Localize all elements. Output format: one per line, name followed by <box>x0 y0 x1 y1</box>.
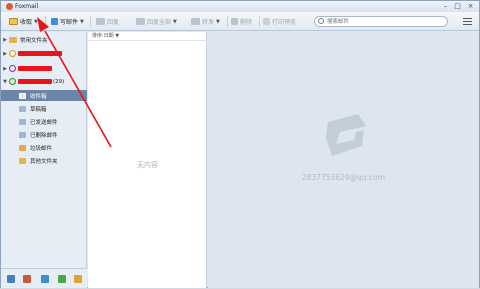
pen-icon <box>51 18 58 25</box>
window-title: Foxmail <box>15 3 39 10</box>
folder-label: 其他文件夹 <box>30 158 58 165</box>
print-icon <box>263 18 270 25</box>
notes-icon[interactable] <box>58 275 66 283</box>
chevron-down-icon[interactable]: ▼ <box>80 19 84 25</box>
foxmail-logo-icon <box>6 3 13 10</box>
expand-arrow-icon[interactable]: ▶ <box>1 37 9 43</box>
search-box[interactable] <box>314 16 448 27</box>
foxmail-watermark-icon <box>326 114 366 156</box>
receive-label: 收取 <box>20 19 33 26</box>
folder-label: 已删除邮件 <box>30 132 58 139</box>
folder-icon <box>9 36 17 43</box>
redacted-account-name <box>18 79 52 84</box>
forward-button[interactable]: 转发 ▼ <box>191 16 220 27</box>
forward-icon <box>191 18 200 25</box>
spam-icon <box>19 144 26 151</box>
drafts-icon <box>19 105 26 112</box>
account-icon <box>9 78 16 85</box>
receive-button[interactable]: 收取 ▼ <box>9 16 38 27</box>
contacts-icon[interactable] <box>23 275 31 283</box>
trash-icon <box>19 131 26 138</box>
folder-label: 收件箱 <box>30 93 47 100</box>
folder-deleted[interactable]: 已删除邮件 <box>1 129 87 140</box>
account-row-2[interactable]: ▶ <box>1 63 87 74</box>
reply-label: 回复 <box>107 19 120 26</box>
compose-label: 写邮件 <box>60 19 79 26</box>
inbox-icon <box>19 92 26 99</box>
preview-pane: 2837753629@qq.com <box>208 32 479 288</box>
expand-arrow-icon[interactable]: ▶ <box>1 51 9 57</box>
reply-all-label: 回复全部 <box>147 19 172 26</box>
folder-spam[interactable]: 垃圾邮件 <box>1 142 87 153</box>
feed-icon[interactable] <box>74 275 82 283</box>
minimize-icon[interactable]: – <box>441 2 450 11</box>
reply-button[interactable]: 回复 <box>96 16 119 27</box>
chevron-down-icon[interactable]: ▼ <box>216 19 220 25</box>
sidebar-bottom-bar <box>1 268 87 288</box>
sort-dropdown[interactable]: 排序:日期 ▼ <box>88 32 207 41</box>
reply-all-icon <box>136 18 145 25</box>
search-icon <box>318 18 324 24</box>
account-icon <box>9 50 16 57</box>
account-email: 2837753629@qq.com <box>301 173 386 182</box>
chevron-down-icon[interactable]: ▼ <box>173 19 177 25</box>
account-row-3[interactable]: ▼ (29) <box>1 76 87 87</box>
common-folders-label: 常用文件夹 <box>20 37 48 44</box>
redacted-account-name <box>18 66 52 71</box>
common-folders-row[interactable]: ▶ 常用文件夹 <box>1 34 87 45</box>
delete-button[interactable]: 删除 <box>231 16 252 27</box>
maximize-icon[interactable]: □ <box>453 2 462 11</box>
chevron-down-icon[interactable]: ▼ <box>34 19 38 25</box>
collapse-arrow-icon[interactable]: ▼ <box>1 79 9 85</box>
close-icon[interactable]: × <box>466 2 475 11</box>
sort-label: 排序:日期 <box>92 33 114 39</box>
delete-label: 删除 <box>240 19 253 26</box>
hamburger-menu-icon[interactable] <box>463 18 472 25</box>
folder-sent[interactable]: 已发送邮件 <box>1 116 87 127</box>
sent-icon <box>19 118 26 125</box>
folder-inbox[interactable]: 收件箱 <box>1 90 87 101</box>
reply-all-button[interactable]: 回复全部 ▼ <box>136 16 177 27</box>
empty-list-text: 无内容 <box>137 161 158 169</box>
mail-icon[interactable] <box>7 275 15 283</box>
folder-label: 草稿箱 <box>30 106 47 113</box>
forward-label: 转发 <box>202 19 215 26</box>
folder-drafts[interactable]: 草稿箱 <box>1 103 87 114</box>
toolbar: 收取 ▼ 写邮件 ▼ 回复 回复全部 ▼ 转发 ▼ 删除 打印预览 搜索邮件 <box>1 12 479 31</box>
foxmail-window: Foxmail – □ × 收取 ▼ 写邮件 ▼ 回复 回复全部 ▼ 转发 ▼ … <box>0 0 480 288</box>
title-bar: Foxmail – □ × <box>1 1 479 12</box>
folder-label: 已发送邮件 <box>30 119 58 126</box>
account-row-1[interactable]: ▶ <box>1 48 87 59</box>
expand-arrow-icon[interactable]: ▶ <box>1 66 9 72</box>
account-icon <box>9 65 16 72</box>
reply-icon <box>96 18 105 25</box>
print-preview-button[interactable]: 打印预览 <box>263 16 296 27</box>
chevron-down-icon[interactable]: ▼ <box>115 33 119 39</box>
folder-sidebar: ▶ 常用文件夹 ▶ ▶ ▼ (29) 收件箱 草稿箱 已发送邮件 已删除邮件 垃… <box>1 32 87 268</box>
redacted-account-name <box>18 51 62 56</box>
folder-other[interactable]: 其他文件夹 <box>1 155 87 166</box>
compose-button[interactable]: 写邮件 ▼ <box>51 16 84 27</box>
mail-list-pane[interactable]: 排序:日期 ▼ 无内容 <box>88 32 207 288</box>
receive-icon <box>9 18 18 25</box>
calendar-icon[interactable] <box>41 275 49 283</box>
print-preview-label: 打印预览 <box>272 19 297 26</box>
delete-x-icon <box>231 18 238 25</box>
search-input[interactable] <box>327 18 437 26</box>
folder-icon <box>19 157 26 164</box>
folder-label: 垃圾邮件 <box>30 145 53 152</box>
unread-count: (29) <box>53 78 65 85</box>
